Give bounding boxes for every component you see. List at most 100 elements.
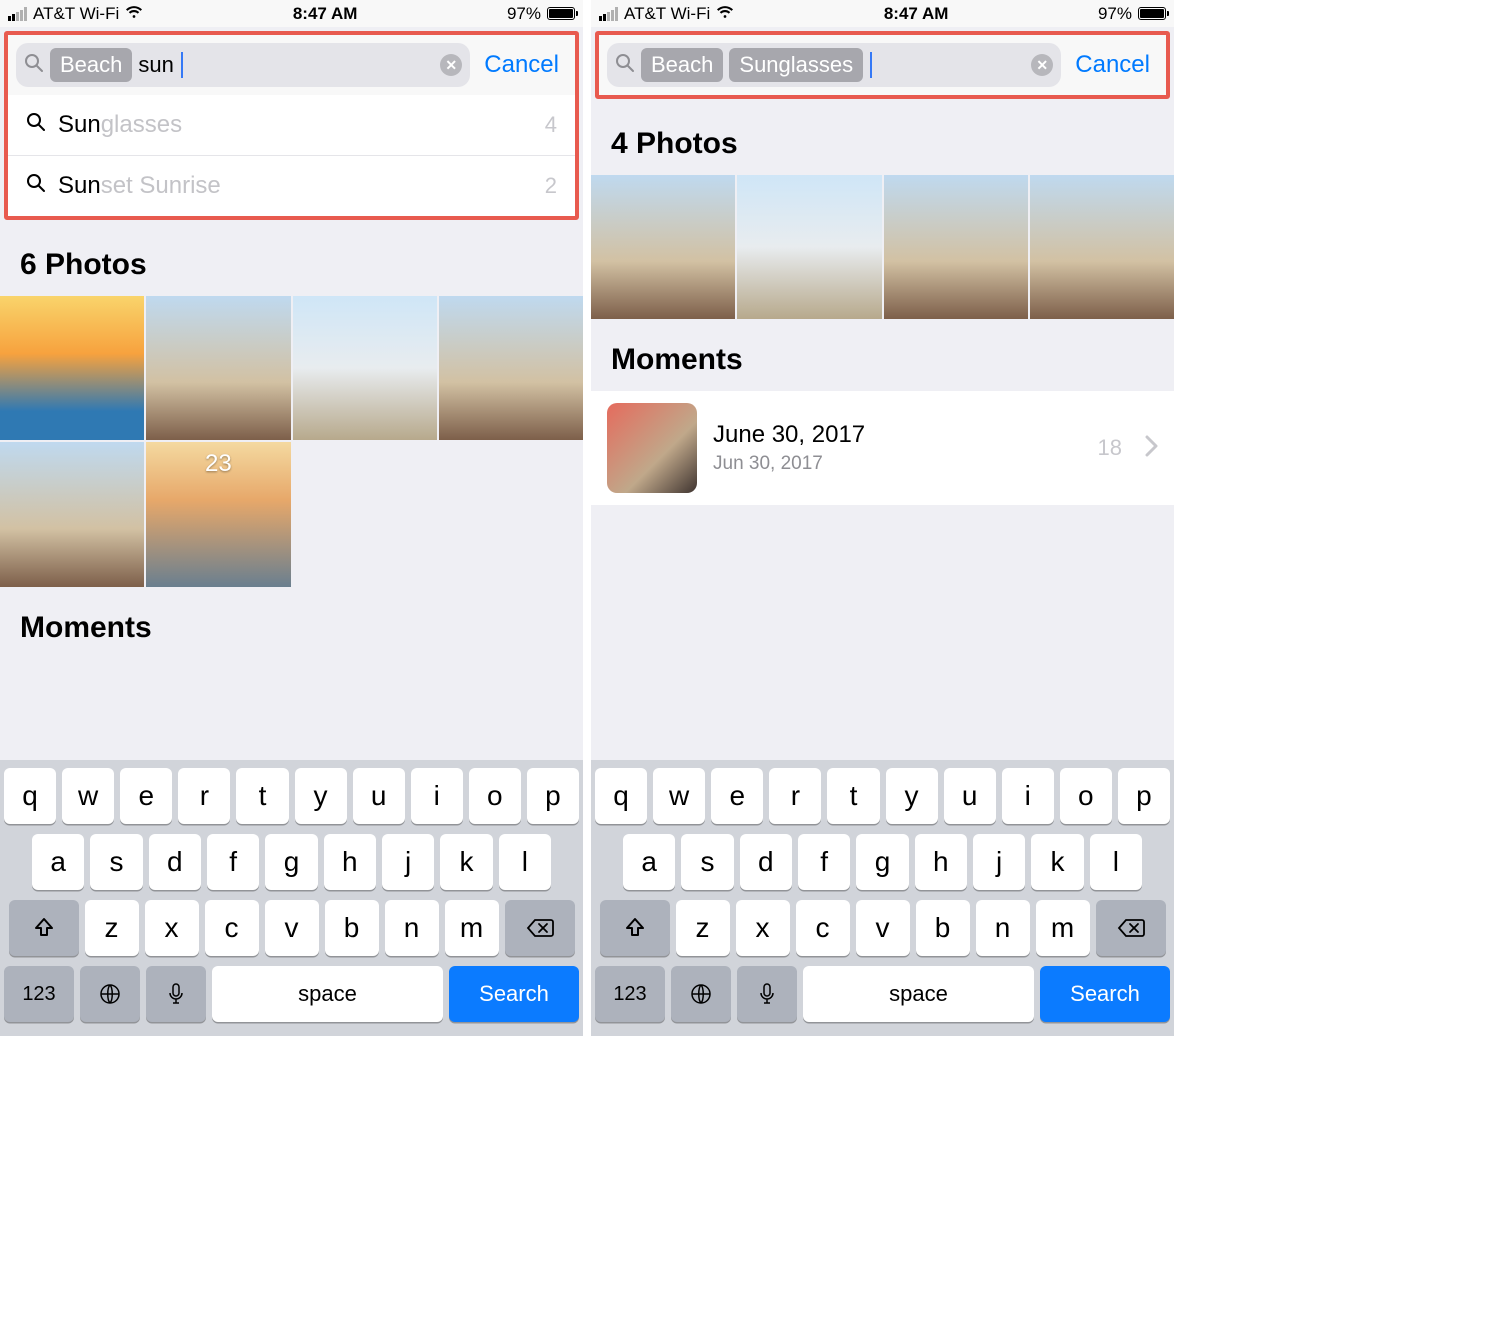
carrier-label: AT&T Wi-Fi	[624, 4, 710, 24]
key-s[interactable]: s	[90, 834, 142, 890]
key-r[interactable]: r	[769, 768, 821, 824]
space-key[interactable]: space	[212, 966, 443, 1022]
key-z[interactable]: z	[676, 900, 730, 956]
clear-search-button[interactable]: ✕	[440, 54, 462, 76]
dictation-key[interactable]	[146, 966, 206, 1022]
photo-thumbnail[interactable]	[293, 296, 437, 440]
key-m[interactable]: m	[445, 900, 499, 956]
numbers-key[interactable]: 123	[4, 966, 74, 1022]
suggestion-row[interactable]: Sunglasses 4	[8, 95, 575, 156]
key-e[interactable]: e	[711, 768, 763, 824]
key-s[interactable]: s	[681, 834, 733, 890]
text-cursor	[181, 52, 183, 78]
key-a[interactable]: a	[623, 834, 675, 890]
photo-thumbnail[interactable]	[591, 175, 735, 319]
key-o[interactable]: o	[1060, 768, 1112, 824]
backspace-key[interactable]	[1096, 900, 1166, 956]
photo-thumbnail[interactable]	[737, 175, 881, 319]
key-w[interactable]: w	[653, 768, 705, 824]
key-x[interactable]: x	[145, 900, 199, 956]
key-l[interactable]: l	[499, 834, 551, 890]
key-i[interactable]: i	[1002, 768, 1054, 824]
keyboard: q w e r t y u i o p a s d f g h j k l z	[591, 760, 1174, 1036]
search-input[interactable]: Beach sun ✕	[16, 43, 470, 87]
key-c[interactable]: c	[796, 900, 850, 956]
status-time: 8:47 AM	[884, 4, 949, 24]
key-v[interactable]: v	[265, 900, 319, 956]
search-token[interactable]: Sunglasses	[729, 48, 863, 82]
key-g[interactable]: g	[856, 834, 908, 890]
search-input[interactable]: Beach Sunglasses ✕	[607, 43, 1061, 87]
key-n[interactable]: n	[976, 900, 1030, 956]
clear-search-button[interactable]: ✕	[1031, 54, 1053, 76]
photo-grid	[591, 175, 1174, 319]
key-l[interactable]: l	[1090, 834, 1142, 890]
numbers-key[interactable]: 123	[595, 966, 665, 1022]
photo-thumbnail[interactable]	[439, 296, 583, 440]
key-e[interactable]: e	[120, 768, 172, 824]
key-q[interactable]: q	[595, 768, 647, 824]
key-m[interactable]: m	[1036, 900, 1090, 956]
kb-row3: z x c v b n m	[595, 900, 1170, 956]
dictation-key[interactable]	[737, 966, 797, 1022]
key-f[interactable]: f	[207, 834, 259, 890]
photo-thumbnail[interactable]	[1030, 175, 1174, 319]
search-token[interactable]: Beach	[641, 48, 723, 82]
key-k[interactable]: k	[1031, 834, 1083, 890]
search-token[interactable]: Beach	[50, 48, 132, 82]
key-q[interactable]: q	[4, 768, 56, 824]
key-y[interactable]: y	[295, 768, 347, 824]
key-h[interactable]: h	[324, 834, 376, 890]
photo-thumbnail[interactable]: 23	[146, 442, 290, 586]
key-r[interactable]: r	[178, 768, 230, 824]
key-p[interactable]: p	[1118, 768, 1170, 824]
moment-row[interactable]: June 30, 2017 Jun 30, 2017 18	[591, 391, 1174, 505]
key-j[interactable]: j	[382, 834, 434, 890]
suggestion-row[interactable]: Sunset Sunrise 2	[8, 156, 575, 216]
key-a[interactable]: a	[32, 834, 84, 890]
key-j[interactable]: j	[973, 834, 1025, 890]
key-t[interactable]: t	[236, 768, 288, 824]
key-t[interactable]: t	[827, 768, 879, 824]
shift-key[interactable]	[9, 900, 79, 956]
key-k[interactable]: k	[440, 834, 492, 890]
cancel-button[interactable]: Cancel	[1061, 51, 1158, 79]
photo-thumbnail[interactable]	[884, 175, 1028, 319]
thumb-caption: 23	[146, 450, 290, 478]
key-d[interactable]: d	[149, 834, 201, 890]
key-b[interactable]: b	[325, 900, 379, 956]
key-d[interactable]: d	[740, 834, 792, 890]
shift-key[interactable]	[600, 900, 670, 956]
globe-key[interactable]	[80, 966, 140, 1022]
key-y[interactable]: y	[886, 768, 938, 824]
key-g[interactable]: g	[265, 834, 317, 890]
key-o[interactable]: o	[469, 768, 521, 824]
key-h[interactable]: h	[915, 834, 967, 890]
key-z[interactable]: z	[85, 900, 139, 956]
status-time: 8:47 AM	[293, 4, 358, 24]
key-i[interactable]: i	[411, 768, 463, 824]
search-suggestions: Sunglasses 4 Sunset Sunrise 2	[8, 95, 575, 216]
globe-key[interactable]	[671, 966, 731, 1022]
key-c[interactable]: c	[205, 900, 259, 956]
photo-thumbnail[interactable]	[146, 296, 290, 440]
moment-subtitle: Jun 30, 2017	[713, 453, 1082, 475]
key-x[interactable]: x	[736, 900, 790, 956]
key-f[interactable]: f	[798, 834, 850, 890]
cancel-button[interactable]: Cancel	[470, 51, 567, 79]
search-icon	[26, 172, 46, 200]
key-w[interactable]: w	[62, 768, 114, 824]
space-key[interactable]: space	[803, 966, 1034, 1022]
key-n[interactable]: n	[385, 900, 439, 956]
search-key[interactable]: Search	[1040, 966, 1170, 1022]
search-key[interactable]: Search	[449, 966, 579, 1022]
photo-thumbnail[interactable]	[0, 296, 144, 440]
key-u[interactable]: u	[353, 768, 405, 824]
key-b[interactable]: b	[916, 900, 970, 956]
photo-thumbnail[interactable]	[0, 442, 144, 586]
key-u[interactable]: u	[944, 768, 996, 824]
key-v[interactable]: v	[856, 900, 910, 956]
key-p[interactable]: p	[527, 768, 579, 824]
backspace-key[interactable]	[505, 900, 575, 956]
battery-pct: 97%	[1098, 4, 1132, 24]
